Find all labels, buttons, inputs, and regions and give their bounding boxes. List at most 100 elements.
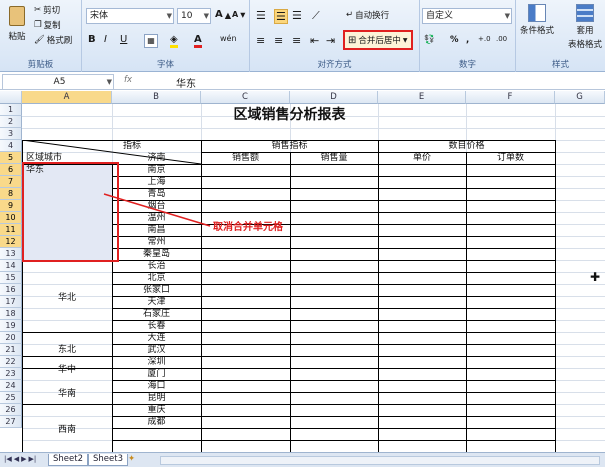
increase-decimal-button[interactable]: +.0 <box>478 35 491 43</box>
row-header[interactable]: 7 <box>0 176 22 188</box>
city-cell[interactable]: 成都 <box>112 416 201 428</box>
cut-button[interactable]: ✂ 剪切 <box>34 4 60 16</box>
row-header[interactable]: 16 <box>0 284 22 296</box>
row-header[interactable]: 13 <box>0 248 22 260</box>
city-cell[interactable]: 常州 <box>112 236 201 248</box>
format-as-table-button[interactable]: 套用 表格格式 <box>568 4 602 50</box>
city-cell[interactable]: 长春 <box>112 320 201 332</box>
city-cell[interactable]: 长治 <box>112 260 201 272</box>
font-size-select[interactable]: 10 ▼ <box>177 8 211 24</box>
currency-button[interactable]: 💱 <box>424 35 435 45</box>
align-center-button[interactable]: ≡ <box>274 34 283 47</box>
orientation-button[interactable]: ⟋ <box>312 9 320 23</box>
number-format-select[interactable]: 自定义 ▼ <box>422 8 512 24</box>
row-header[interactable]: 27 <box>0 416 22 428</box>
row-header[interactable]: 4 <box>0 140 22 152</box>
row-header[interactable]: 1 <box>0 104 22 116</box>
bold-button[interactable]: B <box>88 34 96 45</box>
city-cell[interactable]: 张家口 <box>112 284 201 296</box>
column-header[interactable]: C <box>201 91 290 104</box>
column-header[interactable]: G <box>555 91 605 104</box>
row-header[interactable]: 10 <box>0 212 22 224</box>
row-header[interactable]: 23 <box>0 368 22 380</box>
city-cell[interactable]: 武汉 <box>112 344 201 356</box>
merge-center-button[interactable]: ⊞ 合并后居中 ▼ <box>343 30 413 50</box>
city-cell[interactable]: 石家庄 <box>112 308 201 320</box>
name-box[interactable]: A5 ▼ <box>2 74 114 90</box>
formula-input[interactable]: 华东 <box>176 75 196 90</box>
select-all-corner[interactable] <box>0 91 22 104</box>
copy-button[interactable]: ❐ 复制 <box>34 19 61 31</box>
grow-font-button[interactable]: A ▲ <box>215 9 231 20</box>
row-header[interactable]: 21 <box>0 344 22 356</box>
horizontal-scrollbar[interactable] <box>160 456 600 465</box>
shrink-font-button[interactable]: A ▼ <box>232 10 245 19</box>
italic-button[interactable]: I <box>104 34 107 45</box>
align-top-button[interactable]: ☰ <box>256 9 266 22</box>
font-name-select[interactable]: 宋体 ▼ <box>86 8 174 24</box>
city-cell[interactable]: 上海 <box>112 176 201 188</box>
row-header[interactable]: 5 <box>0 152 22 164</box>
row-header[interactable]: 26 <box>0 404 22 416</box>
border-button[interactable]: ▦ <box>144 34 158 48</box>
column-header[interactable]: E <box>378 91 466 104</box>
alignment-label: 对齐方式 <box>317 60 352 70</box>
table-border <box>112 356 555 357</box>
city-cell[interactable]: 南京 <box>112 164 201 176</box>
city-cell[interactable]: 重庆 <box>112 404 201 416</box>
row-header[interactable]: 11 <box>0 224 22 236</box>
indent-increase-button[interactable]: ⇥ <box>326 34 335 47</box>
column-header[interactable]: D <box>290 91 378 104</box>
row-header[interactable]: 12 <box>0 236 22 248</box>
align-middle-button[interactable]: ☰ <box>274 9 288 24</box>
city-cell[interactable]: 海口 <box>112 380 201 392</box>
indent-decrease-button[interactable]: ⇤ <box>310 34 319 47</box>
row-header[interactable]: 19 <box>0 320 22 332</box>
chevron-down-icon: ▼ <box>402 36 408 44</box>
column-header[interactable]: B <box>112 91 201 104</box>
font-color-button[interactable]: A <box>194 34 202 48</box>
decrease-decimal-button[interactable]: .00 <box>496 35 507 43</box>
conditional-format-button[interactable]: 条件格式 <box>520 4 554 36</box>
city-cell[interactable]: 秦皇岛 <box>112 248 201 260</box>
paste-button[interactable]: 粘贴 <box>6 6 28 42</box>
phonetic-button[interactable]: wén <box>220 34 237 43</box>
row-header[interactable]: 9 <box>0 200 22 212</box>
column-header[interactable]: A <box>22 91 112 104</box>
align-bottom-button[interactable]: ☰ <box>292 9 302 22</box>
row-header[interactable]: 20 <box>0 332 22 344</box>
percent-button[interactable]: % <box>450 35 459 45</box>
row-header[interactable]: 2 <box>0 116 22 128</box>
comma-button[interactable]: , <box>466 35 469 45</box>
city-cell[interactable]: 厦门 <box>112 368 201 380</box>
tab-sheet2[interactable]: Sheet2 <box>48 454 88 466</box>
header-price-group: 数目价格 <box>448 141 485 151</box>
fill-color-button[interactable]: ◈ <box>170 34 178 48</box>
city-cell[interactable]: 昆明 <box>112 392 201 404</box>
city-cell[interactable]: 天津 <box>112 296 201 308</box>
row-header[interactable]: 15 <box>0 272 22 284</box>
row-header[interactable]: 17 <box>0 296 22 308</box>
align-left-button[interactable]: ≡ <box>256 34 265 47</box>
row-header[interactable]: 6 <box>0 164 22 176</box>
row-header[interactable]: 3 <box>0 128 22 140</box>
city-cell[interactable]: 深圳 <box>112 356 201 368</box>
row-header[interactable]: 14 <box>0 260 22 272</box>
row-header[interactable]: 18 <box>0 308 22 320</box>
city-cell[interactable]: 大连 <box>112 332 201 344</box>
chevron-down-icon: ▼ <box>504 12 510 20</box>
fx-button[interactable]: fx <box>124 75 132 85</box>
row-header[interactable]: 24 <box>0 380 22 392</box>
align-right-button[interactable]: ≡ <box>292 34 301 47</box>
tab-sheet3[interactable]: Sheet3 <box>88 454 128 466</box>
format-painter-button[interactable]: 🖌 格式刷 <box>34 34 72 46</box>
row-header[interactable]: 22 <box>0 356 22 368</box>
row-header[interactable]: 25 <box>0 392 22 404</box>
underline-button[interactable]: U <box>120 34 127 45</box>
tab-scroll-buttons[interactable]: |◀ ◀ ▶ ▶| <box>4 455 36 463</box>
row-header[interactable]: 8 <box>0 188 22 200</box>
insert-sheet-button[interactable]: ✦ <box>128 454 135 464</box>
city-cell[interactable]: 北京 <box>112 272 201 284</box>
column-header[interactable]: F <box>466 91 555 104</box>
wrap-text-button[interactable]: ↵ 自动换行 <box>346 9 389 21</box>
